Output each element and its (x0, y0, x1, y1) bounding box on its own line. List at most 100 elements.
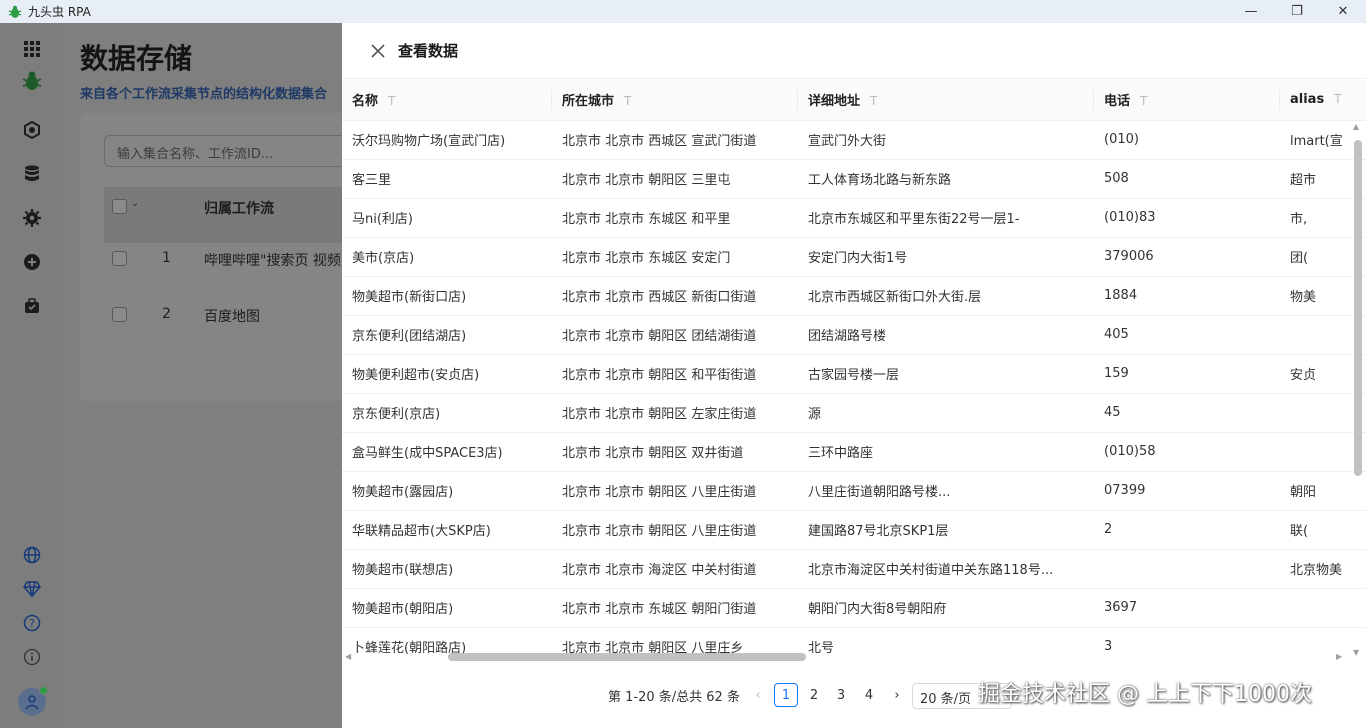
close-window-button[interactable]: ✕ (1320, 0, 1366, 23)
add-circle-icon[interactable] (20, 250, 44, 274)
cell-name: 物美超市(露园店) (342, 471, 552, 511)
table-row[interactable]: 盒马鲜生(成中SPACE3店) 北京市 北京市 朝阳区 双井街道 三环中路座 (010… (342, 432, 1366, 472)
page-2-button[interactable]: 2 (802, 683, 826, 707)
data-table: 名称 T 所在城市 T 详细地址 T 电话 T alias T 沃尔玛购物广场(宣武门店)… (342, 80, 1366, 662)
cell-name: 京东便利(京店) (342, 393, 552, 433)
page-1-button[interactable]: 1 (774, 683, 798, 707)
vertical-scrollbar[interactable]: ▲ ▼ (1350, 120, 1364, 662)
globe-icon[interactable] (20, 543, 44, 567)
table-row[interactable]: 京东便利(团结湖店) 北京市 北京市 朝阳区 团结湖街道 团结湖路号楼 405 (342, 315, 1366, 355)
cell-city: 北京市 北京市 朝阳区 三里屯 (552, 159, 798, 199)
row-index: 1 (162, 250, 171, 266)
cell-phone: 3697 (1094, 588, 1280, 628)
close-icon[interactable] (368, 41, 388, 61)
column-title: alias (1290, 92, 1325, 108)
col-header-city[interactable]: 所在城市 T (552, 80, 798, 121)
cell-phone (1094, 549, 1280, 589)
row-workflow: 百度地图 (204, 309, 260, 325)
column-title: 所在城市 (562, 94, 615, 110)
info-icon[interactable] (20, 645, 44, 669)
maximize-button[interactable]: ❐ (1274, 0, 1320, 23)
table-row[interactable]: 京东便利(京店) 北京市 北京市 朝阳区 左家庄街道源 45 (342, 393, 1366, 433)
filter-icon[interactable]: T (870, 94, 877, 108)
cell-city: 北京市 北京市 西城区 宣武门街道 (552, 120, 798, 160)
cell-name: 华联精品超市(大SKP店) (342, 510, 552, 550)
cell-city: 北京市 北京市 东城区 朝阳门街道 (552, 588, 798, 628)
page-4-button[interactable]: 4 (857, 683, 881, 707)
cell-address: 北京市海淀区中关村街道中关东路118号... (798, 549, 1094, 589)
cell-address: 八里庄街道朝阳路号楼... (798, 471, 1094, 511)
apps-grid-icon[interactable] (20, 37, 44, 61)
horizontal-scroll-thumb[interactable] (448, 653, 806, 661)
search-input[interactable]: 输入集合名称、工作流ID... (104, 135, 342, 167)
column-title: 名称 (352, 94, 379, 110)
table-row[interactable]: 客三里 北京市 北京市 朝阳区 三里屯 工人体育场北路与新东路 508 超市 (342, 159, 1366, 199)
prev-page-button[interactable]: ‹ (746, 683, 770, 707)
next-page-button[interactable]: › (885, 683, 909, 707)
cell-city: 北京市 北京市 朝阳区 和平街街道 (552, 354, 798, 394)
col-header-name[interactable]: 名称 T (342, 80, 552, 121)
cell-phone: 45 (1094, 393, 1280, 433)
cell-address: 源 (798, 393, 1094, 433)
cell-address: 北京市东城区和平里东街22号一层1- (798, 198, 1094, 238)
filter-icon[interactable]: T (624, 94, 631, 108)
chevron-down-icon[interactable]: ⌄ (131, 198, 139, 209)
window-titlebar: 九头虫 RPA — ❐ ✕ (0, 0, 1366, 23)
cell-city: 北京市 北京市 海淀区 中关村街道 (552, 549, 798, 589)
horizontal-scrollbar[interactable]: ◀ ▶ (342, 650, 1350, 664)
cell-name: 物美超市(朝阳店) (342, 588, 552, 628)
table-row[interactable]: 物美便利超市(安贞店) 北京市 北京市 朝阳区 和平街街道 古家园号楼一层 159 安贞 (342, 354, 1366, 394)
cell-phone: (010)58 (1094, 432, 1280, 472)
col-header-address[interactable]: 详细地址 T (798, 80, 1094, 121)
workflow-icon[interactable] (20, 118, 44, 142)
view-data-drawer: 查看数据 名称 T 所在城市 T 详细地址 T 电话 T alias T 沃尔玛购物广场(… (342, 23, 1366, 728)
table-row[interactable]: 物美超市(新街口店) 北京市 北京市 西城区 新街口街道 北京市西城区新街口外大街.… (342, 276, 1366, 316)
vertical-scroll-thumb[interactable] (1354, 140, 1362, 476)
filter-icon[interactable]: T (1334, 92, 1341, 106)
database-icon[interactable] (20, 162, 44, 186)
filter-icon[interactable]: T (1140, 94, 1147, 108)
cell-city: 北京市 北京市 朝阳区 左家庄街道 (552, 393, 798, 433)
settings-icon[interactable] (20, 206, 44, 230)
page-title: 数据存储 (80, 42, 193, 75)
table-row[interactable]: 美市(京店) 北京市 北京市 东城区 安定门 安定门内大街1号 379006 团( (342, 237, 1366, 277)
cell-name: 客三里 (342, 159, 552, 199)
col-header-alias[interactable]: alias T (1280, 80, 1366, 121)
row-checkbox[interactable] (112, 307, 127, 322)
main-content-dimmed: 数据存储 来自各个工作流采集节点的结构化数据集合 输入集合名称、工作流ID...… (64, 23, 342, 728)
page-3-button[interactable]: 3 (829, 683, 853, 707)
user-avatar-icon[interactable] (18, 686, 48, 716)
briefcase-icon[interactable] (20, 294, 44, 318)
cell-address: 团结湖路号楼 (798, 315, 1094, 355)
cell-phone: 405 (1094, 315, 1280, 355)
table-row[interactable]: 物美超市(朝阳店) 北京市 北京市 东城区 朝阳门街道 朝阳门内大街8号朝阳府 369… (342, 588, 1366, 628)
table-row[interactable]: 马ni(利店) 北京市 北京市 东城区 和平里 北京市东城区和平里东街22号一层1-… (342, 198, 1366, 238)
row-workflow: 哔哩哔哩"搜索页 视频 (204, 253, 341, 269)
online-status-dot (39, 686, 48, 695)
watermark: 掘金技术社区 @ 上上下下1000次 (978, 682, 1312, 707)
cell-address: 建国路87号北京SKP1层 (798, 510, 1094, 550)
cell-city: 北京市 北京市 朝阳区 团结湖街道 (552, 315, 798, 355)
minimize-button[interactable]: — (1228, 0, 1274, 23)
table-header-row: 名称 T 所在城市 T 详细地址 T 电话 T alias T (342, 80, 1366, 121)
table-row[interactable]: 华联精品超市(大SKP店) 北京市 北京市 朝阳区 八里庄街道 建国路87号北京SK… (342, 510, 1366, 550)
col-header-phone[interactable]: 电话 T (1094, 80, 1280, 121)
filter-icon[interactable]: T (388, 94, 395, 108)
cell-name: 美市(京店) (342, 237, 552, 277)
table-row[interactable]: 沃尔玛购物广场(宣武门店) 北京市 北京市 西城区 宣武门街道 宣武门外大街 (010… (342, 120, 1366, 160)
cell-city: 北京市 北京市 东城区 和平里 (552, 198, 798, 238)
cell-name: 物美超市(新街口店) (342, 276, 552, 316)
cell-address: 三环中路座 (798, 432, 1094, 472)
cell-name: 物美便利超市(安贞店) (342, 354, 552, 394)
cell-city: 北京市 北京市 朝阳区 八里庄街道 (552, 510, 798, 550)
cell-name: 马ni(利店) (342, 198, 552, 238)
help-icon[interactable]: ? (20, 611, 44, 635)
table-row[interactable]: 物美超市(联想店) 北京市 北京市 海淀区 中关村街道 北京市海淀区中关村街道中关东… (342, 549, 1366, 589)
cell-name: 盒马鲜生(成中SPACE3店) (342, 432, 552, 472)
row-checkbox[interactable] (112, 251, 127, 266)
table-row[interactable]: 物美超市(露园店) 北京市 北京市 朝阳区 八里庄街道 八里庄街道朝阳路号楼... 0… (342, 471, 1366, 511)
cell-name: 京东便利(团结湖店) (342, 315, 552, 355)
cell-address: 古家园号楼一层 (798, 354, 1094, 394)
select-all-checkbox[interactable] (112, 199, 127, 214)
diamond-icon[interactable] (20, 577, 44, 601)
